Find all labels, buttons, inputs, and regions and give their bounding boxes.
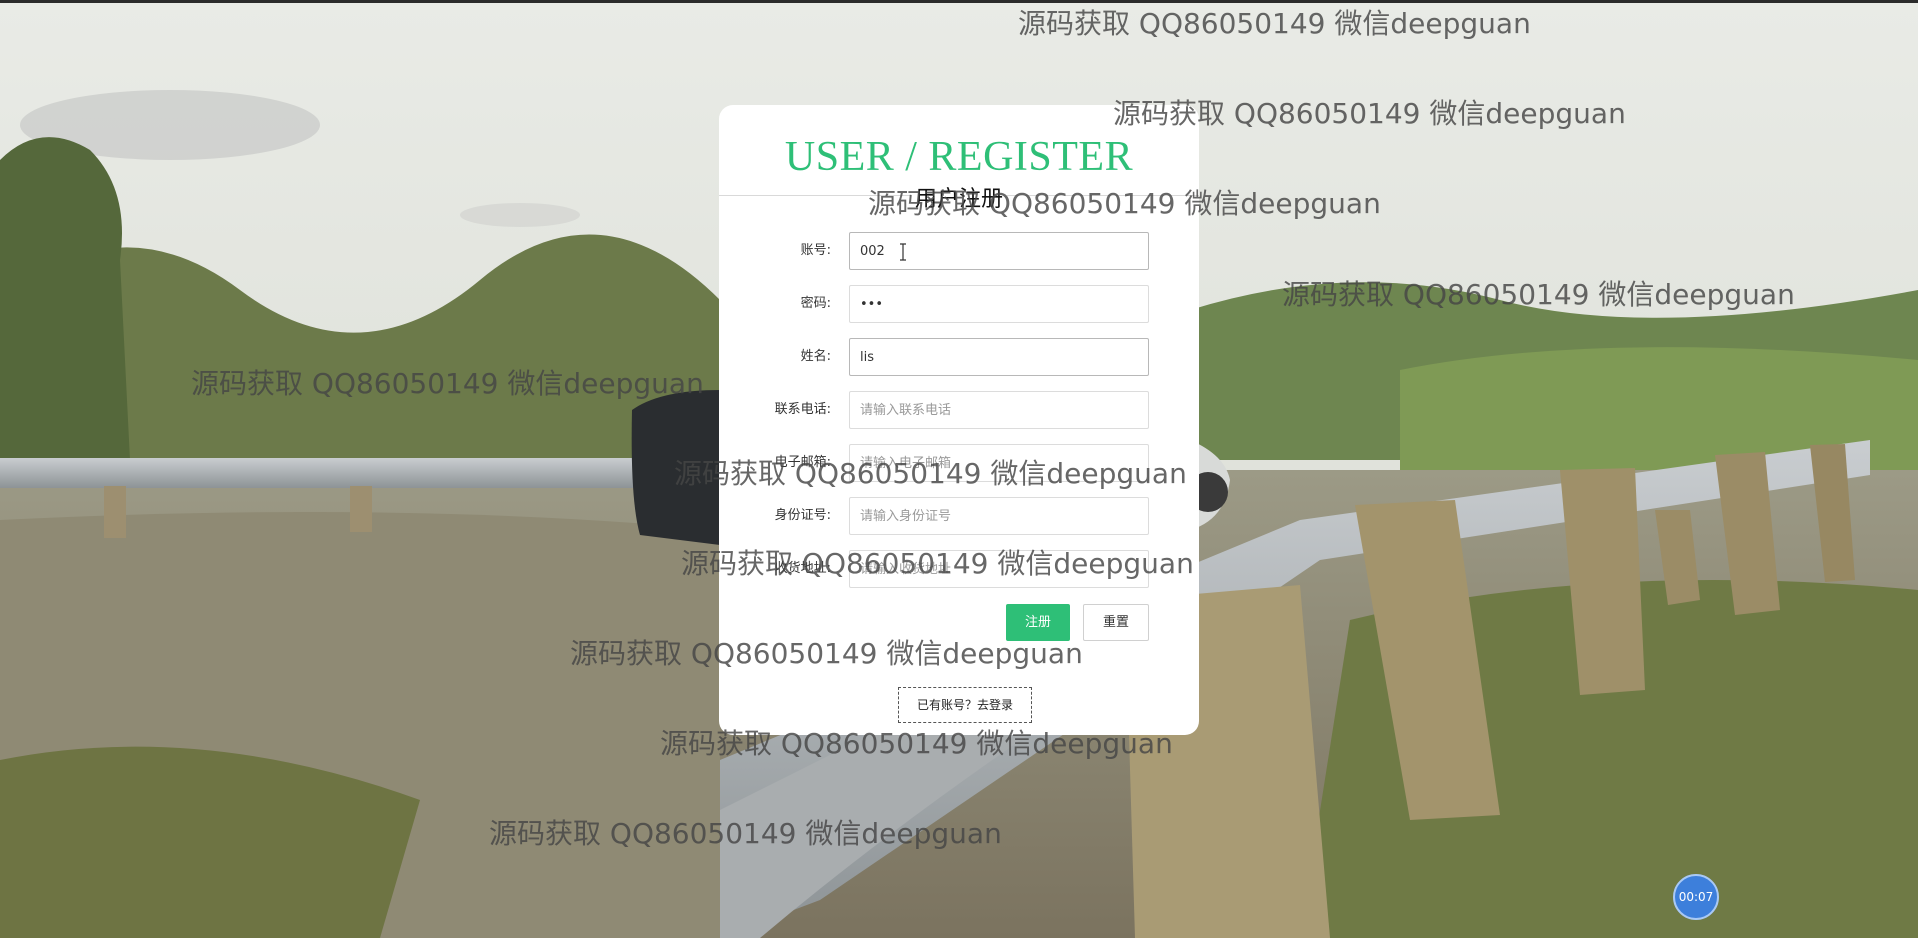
form-row-email: 电子邮箱: [719, 444, 1199, 482]
form-row-id-number: 身份证号: [719, 497, 1199, 535]
text-cursor-icon [900, 243, 906, 261]
reset-button[interactable]: 重置 [1083, 604, 1149, 641]
form-row-address: 收货地址: [719, 550, 1199, 588]
account-label: 账号: [800, 243, 831, 258]
phone-label: 联系电话: [774, 402, 831, 417]
password-label: 密码: [800, 296, 831, 311]
form-row-password: 密码: [719, 285, 1199, 323]
page-title: USER / REGISTER [784, 134, 1134, 180]
register-card: USER / REGISTER 用户注册 账号: 密码: 姓名: 联系电话: 电… [719, 105, 1199, 735]
email-label: 电子邮箱: [774, 455, 831, 470]
name-label: 姓名: [800, 349, 831, 364]
form-subtitle: 用户注册 [719, 181, 1199, 213]
password-input[interactable] [849, 285, 1149, 323]
phone-input[interactable] [849, 391, 1149, 429]
recording-timer-badge: 00:07 [1673, 874, 1719, 920]
go-login-link[interactable]: 已有账号？去登录 [898, 687, 1032, 723]
name-input[interactable] [849, 338, 1149, 376]
id-number-input[interactable] [849, 497, 1149, 535]
id-number-label: 身份证号: [774, 508, 831, 523]
address-label: 收货地址: [774, 561, 831, 576]
form-row-account: 账号: [719, 232, 1199, 270]
register-button[interactable]: 注册 [1006, 604, 1070, 641]
form-row-name: 姓名: [719, 338, 1199, 376]
account-input[interactable] [849, 232, 1149, 270]
address-input[interactable] [849, 550, 1149, 588]
form-row-phone: 联系电话: [719, 391, 1199, 429]
form-subtitle-text: 用户注册 [910, 187, 1007, 212]
email-input[interactable] [849, 444, 1149, 482]
top-bar [0, 0, 1918, 3]
